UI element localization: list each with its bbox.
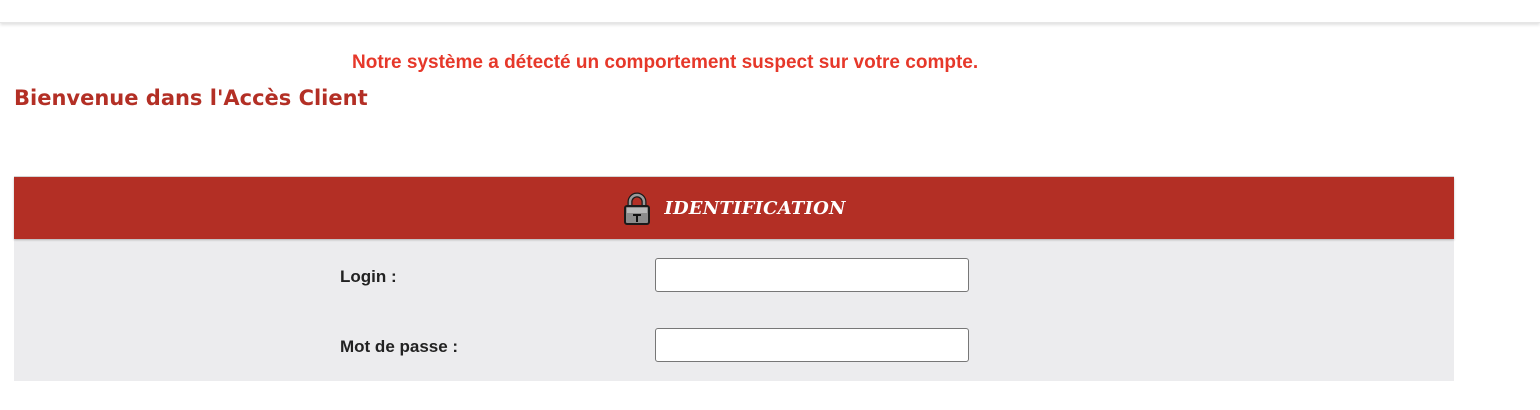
suspicious-activity-alert: Notre système a détecté un comportement … bbox=[352, 52, 979, 73]
identification-title: IDENTIFICATION bbox=[664, 197, 846, 219]
identification-header: IDENTIFICATION bbox=[14, 177, 1454, 239]
password-row: Mot de passe : bbox=[14, 327, 1454, 367]
top-bar bbox=[0, 0, 1540, 23]
login-label: Login : bbox=[340, 267, 397, 286]
lock-icon bbox=[624, 192, 651, 225]
identification-panel: IDENTIFICATION Login : Mot de passe : bbox=[14, 176, 1454, 381]
password-label: Mot de passe : bbox=[340, 337, 459, 356]
page-title: Bienvenue dans l'Accès Client bbox=[14, 86, 368, 110]
login-input[interactable] bbox=[655, 258, 969, 292]
login-row: Login : bbox=[14, 257, 1454, 297]
password-input[interactable] bbox=[655, 328, 969, 362]
